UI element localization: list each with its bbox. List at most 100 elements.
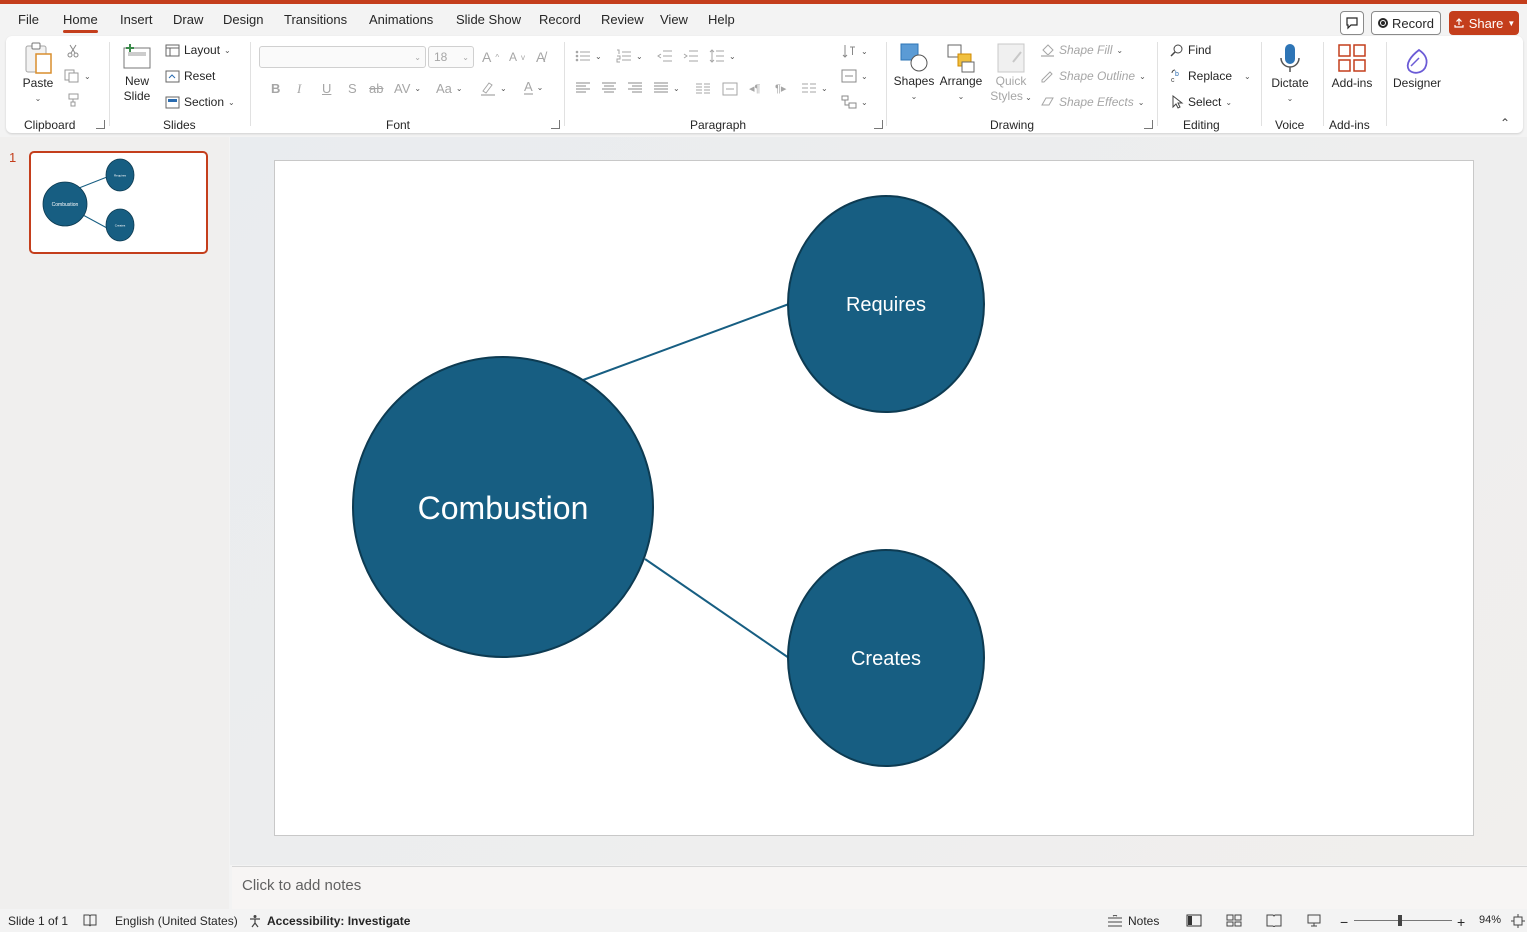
rtl-button[interactable]: ¶▸: [775, 82, 786, 95]
normal-view-button[interactable]: [1186, 914, 1202, 927]
shapes-button[interactable]: Shapes ⌄: [894, 42, 934, 104]
notes-toggle-button[interactable]: Notes: [1107, 914, 1159, 928]
quick-styles-button[interactable]: Quick Styles ⌄: [988, 42, 1034, 105]
justify-button[interactable]: ⌄: [653, 82, 680, 94]
increase-indent-button[interactable]: [683, 49, 699, 63]
tab-view[interactable]: View: [660, 12, 688, 27]
align-vertical-button[interactable]: [722, 82, 738, 96]
tab-draw[interactable]: Draw: [173, 12, 203, 27]
shape-effects-button[interactable]: Shape Effects ⌄: [1040, 95, 1144, 109]
clear-formatting-button[interactable]: A̸: [536, 49, 545, 65]
add-ins-button[interactable]: Add-ins: [1328, 42, 1376, 91]
align-center-button[interactable]: [601, 82, 617, 94]
layout-button[interactable]: Layout ⌄: [165, 43, 231, 57]
tab-help[interactable]: Help: [708, 12, 735, 27]
record-button[interactable]: Record: [1371, 11, 1441, 35]
tab-animations[interactable]: Animations: [369, 12, 433, 27]
cut-button[interactable]: [66, 44, 80, 58]
select-button[interactable]: Select ⌄: [1170, 95, 1232, 109]
reset-button[interactable]: Reset: [165, 69, 215, 83]
line-spacing-button[interactable]: ⌄: [709, 49, 736, 63]
zoom-slider[interactable]: [1354, 915, 1452, 926]
paragraph-launcher[interactable]: [874, 120, 883, 129]
notes-pane[interactable]: Click to add notes: [232, 866, 1527, 909]
underline-button[interactable]: U: [322, 81, 331, 96]
designer-button[interactable]: Designer: [1390, 42, 1444, 91]
dictate-button[interactable]: Dictate ⌄: [1268, 42, 1312, 106]
tab-insert[interactable]: Insert: [120, 12, 153, 27]
character-spacing-button[interactable]: AV ⌄: [394, 81, 421, 96]
zoom-out-button[interactable]: −: [1340, 914, 1348, 930]
chevron-down-icon: ⌄: [1244, 71, 1251, 81]
replace-label: Replace: [1188, 69, 1233, 83]
cursor-arrow-icon: [1172, 95, 1184, 109]
comment-icon: [1346, 17, 1358, 30]
language-status[interactable]: English (United States): [115, 914, 238, 928]
section-button[interactable]: Section ⌄: [165, 95, 235, 109]
slide-thumbnail[interactable]: Combustion Requires Creates: [29, 151, 208, 254]
format-painter-button[interactable]: [66, 93, 80, 107]
text-shadow-button[interactable]: S: [348, 81, 357, 96]
copy-button[interactable]: ⌄: [64, 69, 91, 83]
share-button[interactable]: Share ▼: [1449, 11, 1519, 35]
font-launcher[interactable]: [551, 120, 560, 129]
align-left-button[interactable]: [575, 82, 591, 94]
zoom-in-button[interactable]: +: [1457, 914, 1465, 930]
italic-button[interactable]: I: [297, 81, 301, 97]
shape-fill-button[interactable]: Shape Fill ⌄: [1040, 43, 1123, 57]
new-slide-button[interactable]: New Slide: [116, 42, 158, 104]
slide-show-button[interactable]: [1306, 914, 1322, 927]
tab-slide-show[interactable]: Slide Show: [456, 12, 521, 27]
shape-outline-button[interactable]: Shape Outline ⌄: [1040, 69, 1146, 83]
slide-canvas[interactable]: Combustion Requires Creates: [274, 160, 1474, 836]
designer-label: Designer: [1392, 76, 1442, 90]
paragraph-spacing-icon: [802, 83, 816, 93]
bold-button[interactable]: B: [271, 81, 280, 96]
chevron-down-icon: ⌄: [1286, 94, 1294, 103]
font-color-button[interactable]: A ⌄: [524, 80, 543, 95]
collapse-ribbon-icon[interactable]: ⌃: [1500, 116, 1510, 130]
spelling-check-icon[interactable]: [83, 914, 97, 927]
paragraph-spacing-button[interactable]: ⌄: [801, 82, 828, 94]
tab-file[interactable]: File: [18, 12, 39, 27]
columns-button[interactable]: [695, 82, 711, 96]
font-size-select[interactable]: 18 ⌄: [428, 46, 474, 68]
convert-to-smartart-button[interactable]: ⌄: [841, 95, 868, 109]
reading-view-button[interactable]: [1266, 914, 1282, 927]
clipboard-launcher[interactable]: [96, 120, 105, 129]
decrease-indent-button[interactable]: [657, 49, 673, 63]
comments-button[interactable]: [1340, 11, 1364, 35]
decrease-font-size-button[interactable]: Av: [509, 50, 525, 64]
paste-button[interactable]: Paste ⌄: [18, 42, 58, 106]
ltr-button[interactable]: ◂¶: [749, 82, 760, 95]
fit-to-window-button[interactable]: [1511, 914, 1525, 928]
slide-sorter-button[interactable]: [1226, 914, 1242, 927]
accessibility-status[interactable]: Accessibility: Investigate: [248, 914, 410, 928]
text-direction-button[interactable]: ⌄: [841, 43, 868, 59]
zoom-slider-thumb[interactable]: [1398, 915, 1402, 926]
align-text-button[interactable]: ⌄: [841, 69, 868, 83]
change-case-button[interactable]: Aa ⌄: [436, 81, 463, 96]
find-button[interactable]: Find: [1170, 43, 1211, 57]
tab-design[interactable]: Design: [223, 12, 263, 27]
tab-home[interactable]: Home: [63, 12, 98, 33]
align-center-icon: [602, 82, 616, 93]
connector-creates[interactable]: [644, 558, 790, 659]
connector-requires[interactable]: [582, 303, 790, 381]
drawing-launcher[interactable]: [1144, 120, 1153, 129]
highlight-color-button[interactable]: ⌄: [480, 80, 507, 96]
arrange-button[interactable]: Arrange ⌄: [938, 42, 984, 104]
font-name-select[interactable]: ⌄: [259, 46, 426, 68]
strikethrough-button[interactable]: ab: [369, 81, 383, 96]
group-separator: [1386, 42, 1387, 126]
align-right-button[interactable]: [627, 82, 643, 94]
tab-review[interactable]: Review: [601, 12, 644, 27]
increase-font-size-button[interactable]: A ^: [482, 49, 499, 65]
tab-record[interactable]: Record: [539, 12, 581, 27]
bullets-button[interactable]: ⌄: [575, 49, 602, 63]
numbering-button[interactable]: ⌄: [616, 49, 643, 63]
zoom-level[interactable]: 94%: [1479, 914, 1501, 926]
tab-transitions[interactable]: Transitions: [284, 12, 347, 27]
replace-button[interactable]: bc Replace ⌄: [1170, 69, 1251, 83]
chevron-down-icon: ⌄: [910, 92, 918, 101]
